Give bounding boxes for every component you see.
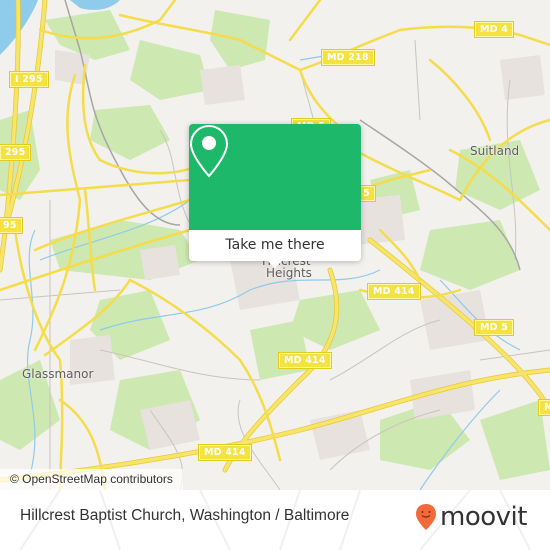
footer-bar: Hillcrest Baptist Church, Washington / B… (0, 490, 550, 550)
place-label-heights: Heights (266, 266, 312, 280)
route-shield-md218: MD 218 (321, 49, 375, 66)
route-shield-md414-a: MD 414 (367, 283, 421, 300)
river-top (70, 0, 120, 10)
moovit-wordmark: moovit (440, 502, 527, 532)
place-label-glassmanor: Glassmanor (22, 367, 94, 381)
route-shield-295: 295 (0, 144, 32, 161)
map-attribution[interactable]: © OpenStreetMap contributors (0, 469, 183, 490)
location-pin-icon (189, 124, 229, 178)
popup-tail (267, 260, 283, 268)
route-shield-md414-b: MD 414 (278, 352, 332, 369)
route-shield-i295: I 295 (9, 71, 49, 88)
take-me-there-button[interactable]: Take me there (189, 230, 361, 261)
route-shield-md4: MD 4 (473, 21, 515, 38)
route-shield-md5-right: MD 5 (473, 319, 515, 336)
moovit-pin-smile-icon (416, 504, 436, 530)
map-view[interactable]: I 295 295 95 MD 4 MD 218 MD 5 5 MD 414 M… (0, 0, 550, 490)
location-popup: Take me there (189, 124, 361, 268)
location-title: Hillcrest Baptist Church, Washington / B… (20, 507, 350, 524)
popup-header (189, 124, 361, 230)
route-shield-295-lower: 95 (0, 217, 23, 234)
route-shield-md414-c: MD 414 (198, 444, 252, 461)
moovit-logo[interactable]: moovit (415, 500, 527, 534)
place-label-suitland: Suitland (470, 144, 520, 158)
route-shield-edge: M (538, 399, 550, 416)
